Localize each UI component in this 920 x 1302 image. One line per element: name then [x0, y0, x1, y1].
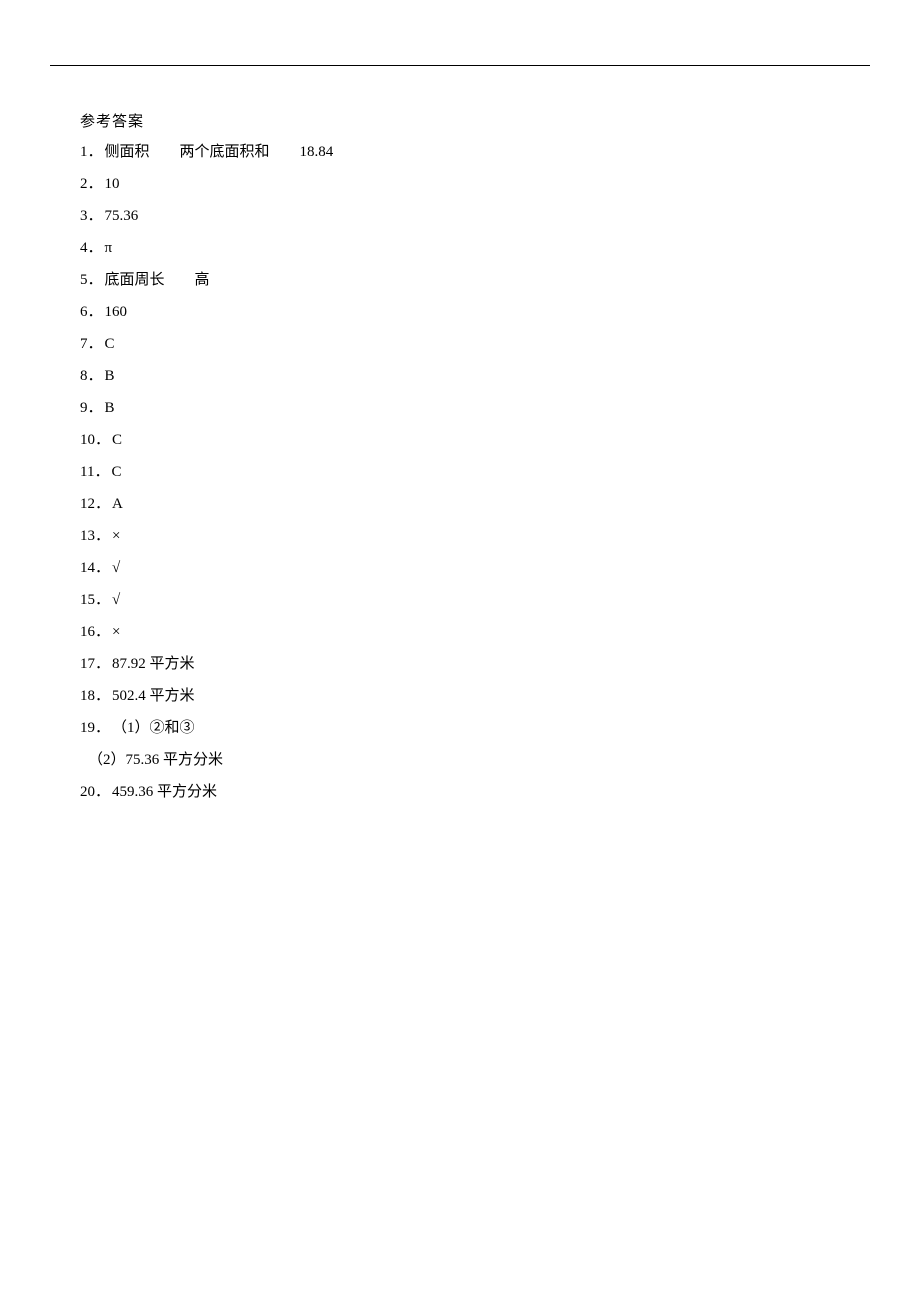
separator: ．	[88, 328, 103, 360]
answer-number: 8	[80, 360, 88, 392]
answer-9: 9． B	[80, 392, 840, 424]
answer-value: 75.36	[105, 200, 139, 232]
answer-number: 6	[80, 296, 88, 328]
answer-5: 5． 底面周长 高	[80, 264, 840, 296]
sub-label: （2）	[88, 744, 126, 776]
answer-10: 10． C	[80, 424, 840, 456]
separator: ．	[88, 136, 103, 168]
separator: ．	[95, 584, 110, 616]
page-top-border	[50, 65, 870, 66]
separator: ．	[88, 264, 103, 296]
separator: ．	[95, 616, 110, 648]
answer-value: 87.92 平方米	[112, 648, 195, 680]
answer-value: 底面周长	[105, 264, 165, 296]
answer-value: 502.4 平方米	[112, 680, 195, 712]
answer-number: 12	[80, 488, 95, 520]
answer-15: 15． √	[80, 584, 840, 616]
answer-number: 11	[80, 456, 94, 488]
answer-value: 高	[195, 264, 210, 296]
answer-value: ②和③	[150, 712, 195, 744]
answer-value: 18.84	[300, 136, 334, 168]
answer-value: 75.36 平方分米	[126, 744, 224, 776]
answer-number: 7	[80, 328, 88, 360]
answer-number: 20	[80, 776, 95, 808]
answer-2: 2． 10	[80, 168, 840, 200]
answer-13: 13． ×	[80, 520, 840, 552]
answer-number: 4	[80, 232, 88, 264]
answer-value: π	[105, 232, 113, 264]
answer-19: 19． （1） ②和③	[80, 712, 840, 744]
answer-number: 19	[80, 712, 95, 744]
separator: ．	[88, 168, 103, 200]
separator: ．	[94, 456, 109, 488]
answer-7: 7． C	[80, 328, 840, 360]
answer-value: ×	[112, 520, 120, 552]
answer-value: B	[105, 360, 115, 392]
answer-value: C	[111, 456, 121, 488]
answer-11: 11． C	[80, 456, 840, 488]
separator: ．	[95, 680, 110, 712]
answer-number: 5	[80, 264, 88, 296]
answer-1: 1． 侧面积 两个底面积和 18.84	[80, 136, 840, 168]
separator: ．	[88, 232, 103, 264]
answer-value: √	[112, 584, 120, 616]
answer-value: A	[112, 488, 123, 520]
answer-number: 18	[80, 680, 95, 712]
answer-number: 1	[80, 136, 88, 168]
sub-label: （1）	[112, 712, 150, 744]
separator: ．	[95, 776, 110, 808]
answer-number: 10	[80, 424, 95, 456]
answer-19-sub2: （2） 75.36 平方分米	[88, 744, 840, 776]
answer-number: 13	[80, 520, 95, 552]
answer-number: 16	[80, 616, 95, 648]
separator: ．	[95, 712, 110, 744]
answer-value: C	[112, 424, 122, 456]
answer-16: 16． ×	[80, 616, 840, 648]
separator: ．	[88, 392, 103, 424]
answer-number: 14	[80, 552, 95, 584]
answer-4: 4． π	[80, 232, 840, 264]
separator: ．	[95, 424, 110, 456]
answer-number: 2	[80, 168, 88, 200]
separator: ．	[95, 648, 110, 680]
separator: ．	[95, 552, 110, 584]
separator: ．	[88, 296, 103, 328]
separator: ．	[95, 488, 110, 520]
answer-value: 160	[105, 296, 128, 328]
separator: ．	[88, 200, 103, 232]
answer-8: 8． B	[80, 360, 840, 392]
content-area: 参考答案 1． 侧面积 两个底面积和 18.84 2． 10 3． 75.36 …	[80, 108, 840, 808]
answer-number: 17	[80, 648, 95, 680]
answer-value: 10	[105, 168, 120, 200]
answer-6: 6． 160	[80, 296, 840, 328]
answer-value: C	[105, 328, 115, 360]
answer-value: √	[112, 552, 120, 584]
answer-14: 14． √	[80, 552, 840, 584]
answer-20: 20． 459.36 平方分米	[80, 776, 840, 808]
answer-number: 3	[80, 200, 88, 232]
answer-value: ×	[112, 616, 120, 648]
answer-value: 两个底面积和	[180, 136, 270, 168]
answer-18: 18． 502.4 平方米	[80, 680, 840, 712]
answer-17: 17． 87.92 平方米	[80, 648, 840, 680]
answer-3: 3． 75.36	[80, 200, 840, 232]
separator: ．	[88, 360, 103, 392]
answer-value: B	[105, 392, 115, 424]
answer-value: 侧面积	[105, 136, 150, 168]
answer-number: 9	[80, 392, 88, 424]
answer-number: 15	[80, 584, 95, 616]
separator: ．	[95, 520, 110, 552]
answer-12: 12． A	[80, 488, 840, 520]
answer-value: 459.36 平方分米	[112, 776, 217, 808]
answer-key-title: 参考答案	[80, 108, 840, 136]
